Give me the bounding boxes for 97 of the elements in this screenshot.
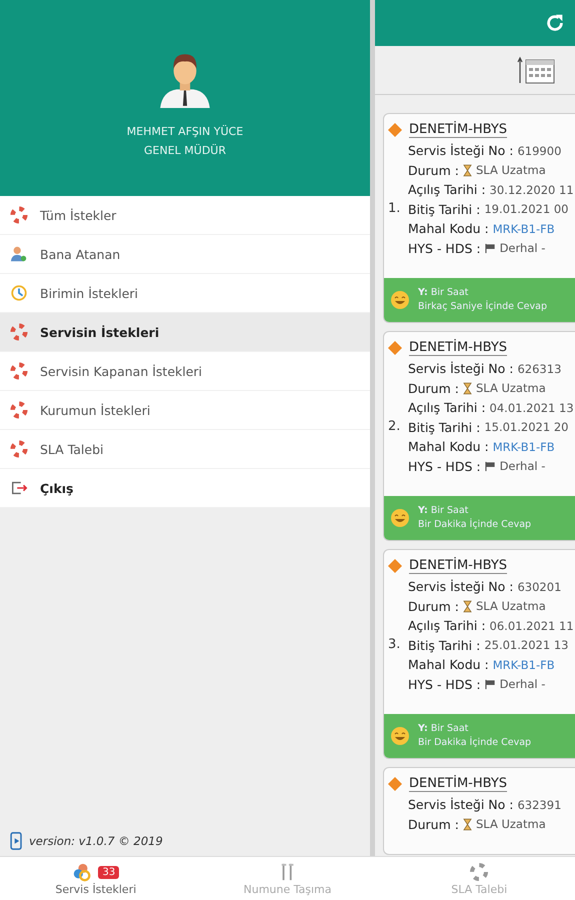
requests-icon bbox=[72, 862, 92, 882]
user-name: MEHMET AFŞIN YÜCE bbox=[126, 124, 244, 140]
field-label: Durum : bbox=[408, 162, 459, 178]
field-value: 19.01.2021 00 bbox=[484, 202, 568, 216]
smiley-icon bbox=[390, 726, 410, 746]
bottom-tab[interactable]: 33 Servis İstekleri bbox=[0, 857, 192, 900]
sla-response: Birkaç Saniye İçinde Cevap bbox=[418, 300, 547, 314]
field-label: Bitiş Tarihi : bbox=[408, 420, 480, 435]
field-value: SLA Uzatma bbox=[476, 599, 546, 614]
field-label: Bitiş Tarihi : bbox=[408, 638, 480, 653]
field-value: Derhal - bbox=[500, 677, 546, 692]
sla-target: Y: Bir Saat bbox=[418, 722, 470, 736]
card-title: DENETİM-HBYS bbox=[409, 122, 508, 138]
field-label: Durum : bbox=[408, 380, 459, 396]
field-value[interactable]: MRK-B1-FB bbox=[492, 440, 555, 454]
field-value: SLA Uzatma bbox=[476, 163, 546, 178]
refresh-icon[interactable] bbox=[544, 12, 566, 34]
menu-item[interactable]: SLA Talebi bbox=[0, 430, 370, 469]
lifebuoy-icon bbox=[10, 206, 28, 224]
lifebuoy-icon bbox=[10, 323, 28, 341]
field-label: Servis İsteği No : bbox=[408, 797, 514, 812]
clock-icon bbox=[10, 284, 28, 302]
field-value: 15.01.2021 20 bbox=[484, 420, 568, 434]
diamond-icon bbox=[388, 559, 402, 573]
field-value: 25.01.2021 13 bbox=[484, 638, 568, 652]
field-label: Açılış Tarihi : bbox=[408, 618, 486, 634]
field-value: 04.01.2021 13 bbox=[490, 400, 574, 415]
sla-target: Y: Bir Saat bbox=[418, 504, 470, 518]
hourglass-icon bbox=[462, 818, 472, 831]
field-label: Durum : bbox=[408, 816, 459, 832]
card-index: 3. bbox=[388, 636, 400, 652]
diamond-icon bbox=[388, 777, 402, 791]
field-value[interactable]: MRK-B1-FB bbox=[492, 658, 555, 672]
menu-item[interactable]: Tüm İstekler bbox=[0, 196, 370, 235]
field-label: Bitiş Tarihi : bbox=[408, 202, 480, 217]
field-value: Derhal - bbox=[500, 241, 546, 256]
field-label: Açılış Tarihi : bbox=[408, 400, 486, 416]
calendar-sort-icon[interactable] bbox=[517, 56, 557, 84]
hourglass-icon bbox=[462, 164, 472, 177]
sla-response: Bir Dakika İçinde Cevap bbox=[418, 736, 532, 750]
diamond-icon bbox=[388, 341, 402, 355]
field-value: 626313 bbox=[517, 362, 562, 376]
field-value: 30.12.2020 11 bbox=[490, 182, 574, 197]
menu-item[interactable]: Servisin Kapanan İstekleri bbox=[0, 352, 370, 391]
request-card[interactable]: DENETİM-HBYS 3. Servis İsteği No : 630201 Durum : SLA Uzatma Açılış Tarihi : 06.01.2021 11 Bitiş Tarihi : 25.01.2021 13 Mahal Kodu : MRK-B1-FB HYS - HDS : Derhal - Y: Bir Saat Bir Dakika İçinde Cevap bbox=[383, 549, 575, 759]
lifebuoy-icon bbox=[10, 401, 28, 419]
smiley-icon bbox=[390, 290, 410, 310]
card-index: 2. bbox=[388, 418, 400, 434]
test-tubes-icon bbox=[278, 862, 296, 882]
menu-item[interactable]: Bana Atanan bbox=[0, 235, 370, 274]
field-label: Mahal Kodu : bbox=[408, 657, 489, 672]
lifebuoy-icon bbox=[469, 862, 490, 882]
field-label: HYS - HDS : bbox=[408, 240, 481, 256]
flag-icon bbox=[484, 678, 496, 690]
field-label: Mahal Kodu : bbox=[408, 221, 489, 236]
flag-icon bbox=[484, 242, 496, 254]
field-value[interactable]: MRK-B1-FB bbox=[492, 222, 555, 236]
field-value: 619900 bbox=[517, 144, 562, 158]
logout-icon bbox=[10, 479, 28, 497]
card-index: 1. bbox=[388, 200, 400, 216]
hourglass-icon bbox=[462, 382, 472, 395]
field-label: Durum : bbox=[408, 598, 459, 614]
count-badge: 33 bbox=[98, 866, 120, 878]
field-value: 632391 bbox=[517, 798, 562, 812]
card-title: DENETİM-HBYS bbox=[409, 340, 508, 356]
field-value: SLA Uzatma bbox=[476, 817, 546, 832]
field-value: Derhal - bbox=[500, 459, 546, 474]
flag-icon bbox=[484, 460, 496, 472]
field-label: HYS - HDS : bbox=[408, 458, 481, 474]
field-label: Servis İsteği No : bbox=[408, 361, 514, 376]
diamond-icon bbox=[388, 123, 402, 137]
field-value: 630201 bbox=[517, 580, 562, 594]
menu-item[interactable]: Çıkış bbox=[0, 469, 370, 508]
smiley-icon bbox=[390, 508, 410, 528]
card-title: DENETİM-HBYS bbox=[409, 776, 508, 792]
field-label: Mahal Kodu : bbox=[408, 439, 489, 454]
user-title: GENEL MÜDÜR bbox=[144, 143, 226, 159]
request-card[interactable]: DENETİM-HBYS Servis İsteği No : 632391 Durum : SLA Uzatma bbox=[383, 767, 575, 855]
sla-target: Y: Bir Saat bbox=[418, 286, 470, 300]
phone-icon bbox=[10, 832, 23, 850]
hourglass-icon bbox=[462, 600, 472, 613]
lifebuoy-icon bbox=[10, 362, 28, 380]
field-value: 06.01.2021 11 bbox=[490, 618, 574, 633]
field-label: Açılış Tarihi : bbox=[408, 182, 486, 198]
request-card[interactable]: DENETİM-HBYS 2. Servis İsteği No : 626313 Durum : SLA Uzatma Açılış Tarihi : 04.01.2021 13 Bitiş Tarihi : 15.01.2021 20 Mahal Kodu : MRK-B1-FB HYS - HDS : Derhal - Y: Bir Saat Bir Dakika İçinde Cevap bbox=[383, 331, 575, 541]
menu-item[interactable]: Kurumun İstekleri bbox=[0, 391, 370, 430]
lifebuoy-icon bbox=[10, 440, 28, 458]
field-label: HYS - HDS : bbox=[408, 676, 481, 692]
menu-item[interactable]: Servisin İstekleri bbox=[0, 313, 370, 352]
person-icon bbox=[10, 245, 28, 263]
field-value: SLA Uzatma bbox=[476, 381, 546, 396]
card-title: DENETİM-HBYS bbox=[409, 558, 508, 574]
field-label: Servis İsteği No : bbox=[408, 579, 514, 594]
request-card[interactable] bbox=[383, 113, 575, 323]
version-text: version: v1.0.7 © 2019 bbox=[29, 834, 163, 848]
sla-response: Bir Dakika İçinde Cevap bbox=[418, 518, 532, 532]
field-label: Servis İsteği No : bbox=[408, 143, 514, 158]
